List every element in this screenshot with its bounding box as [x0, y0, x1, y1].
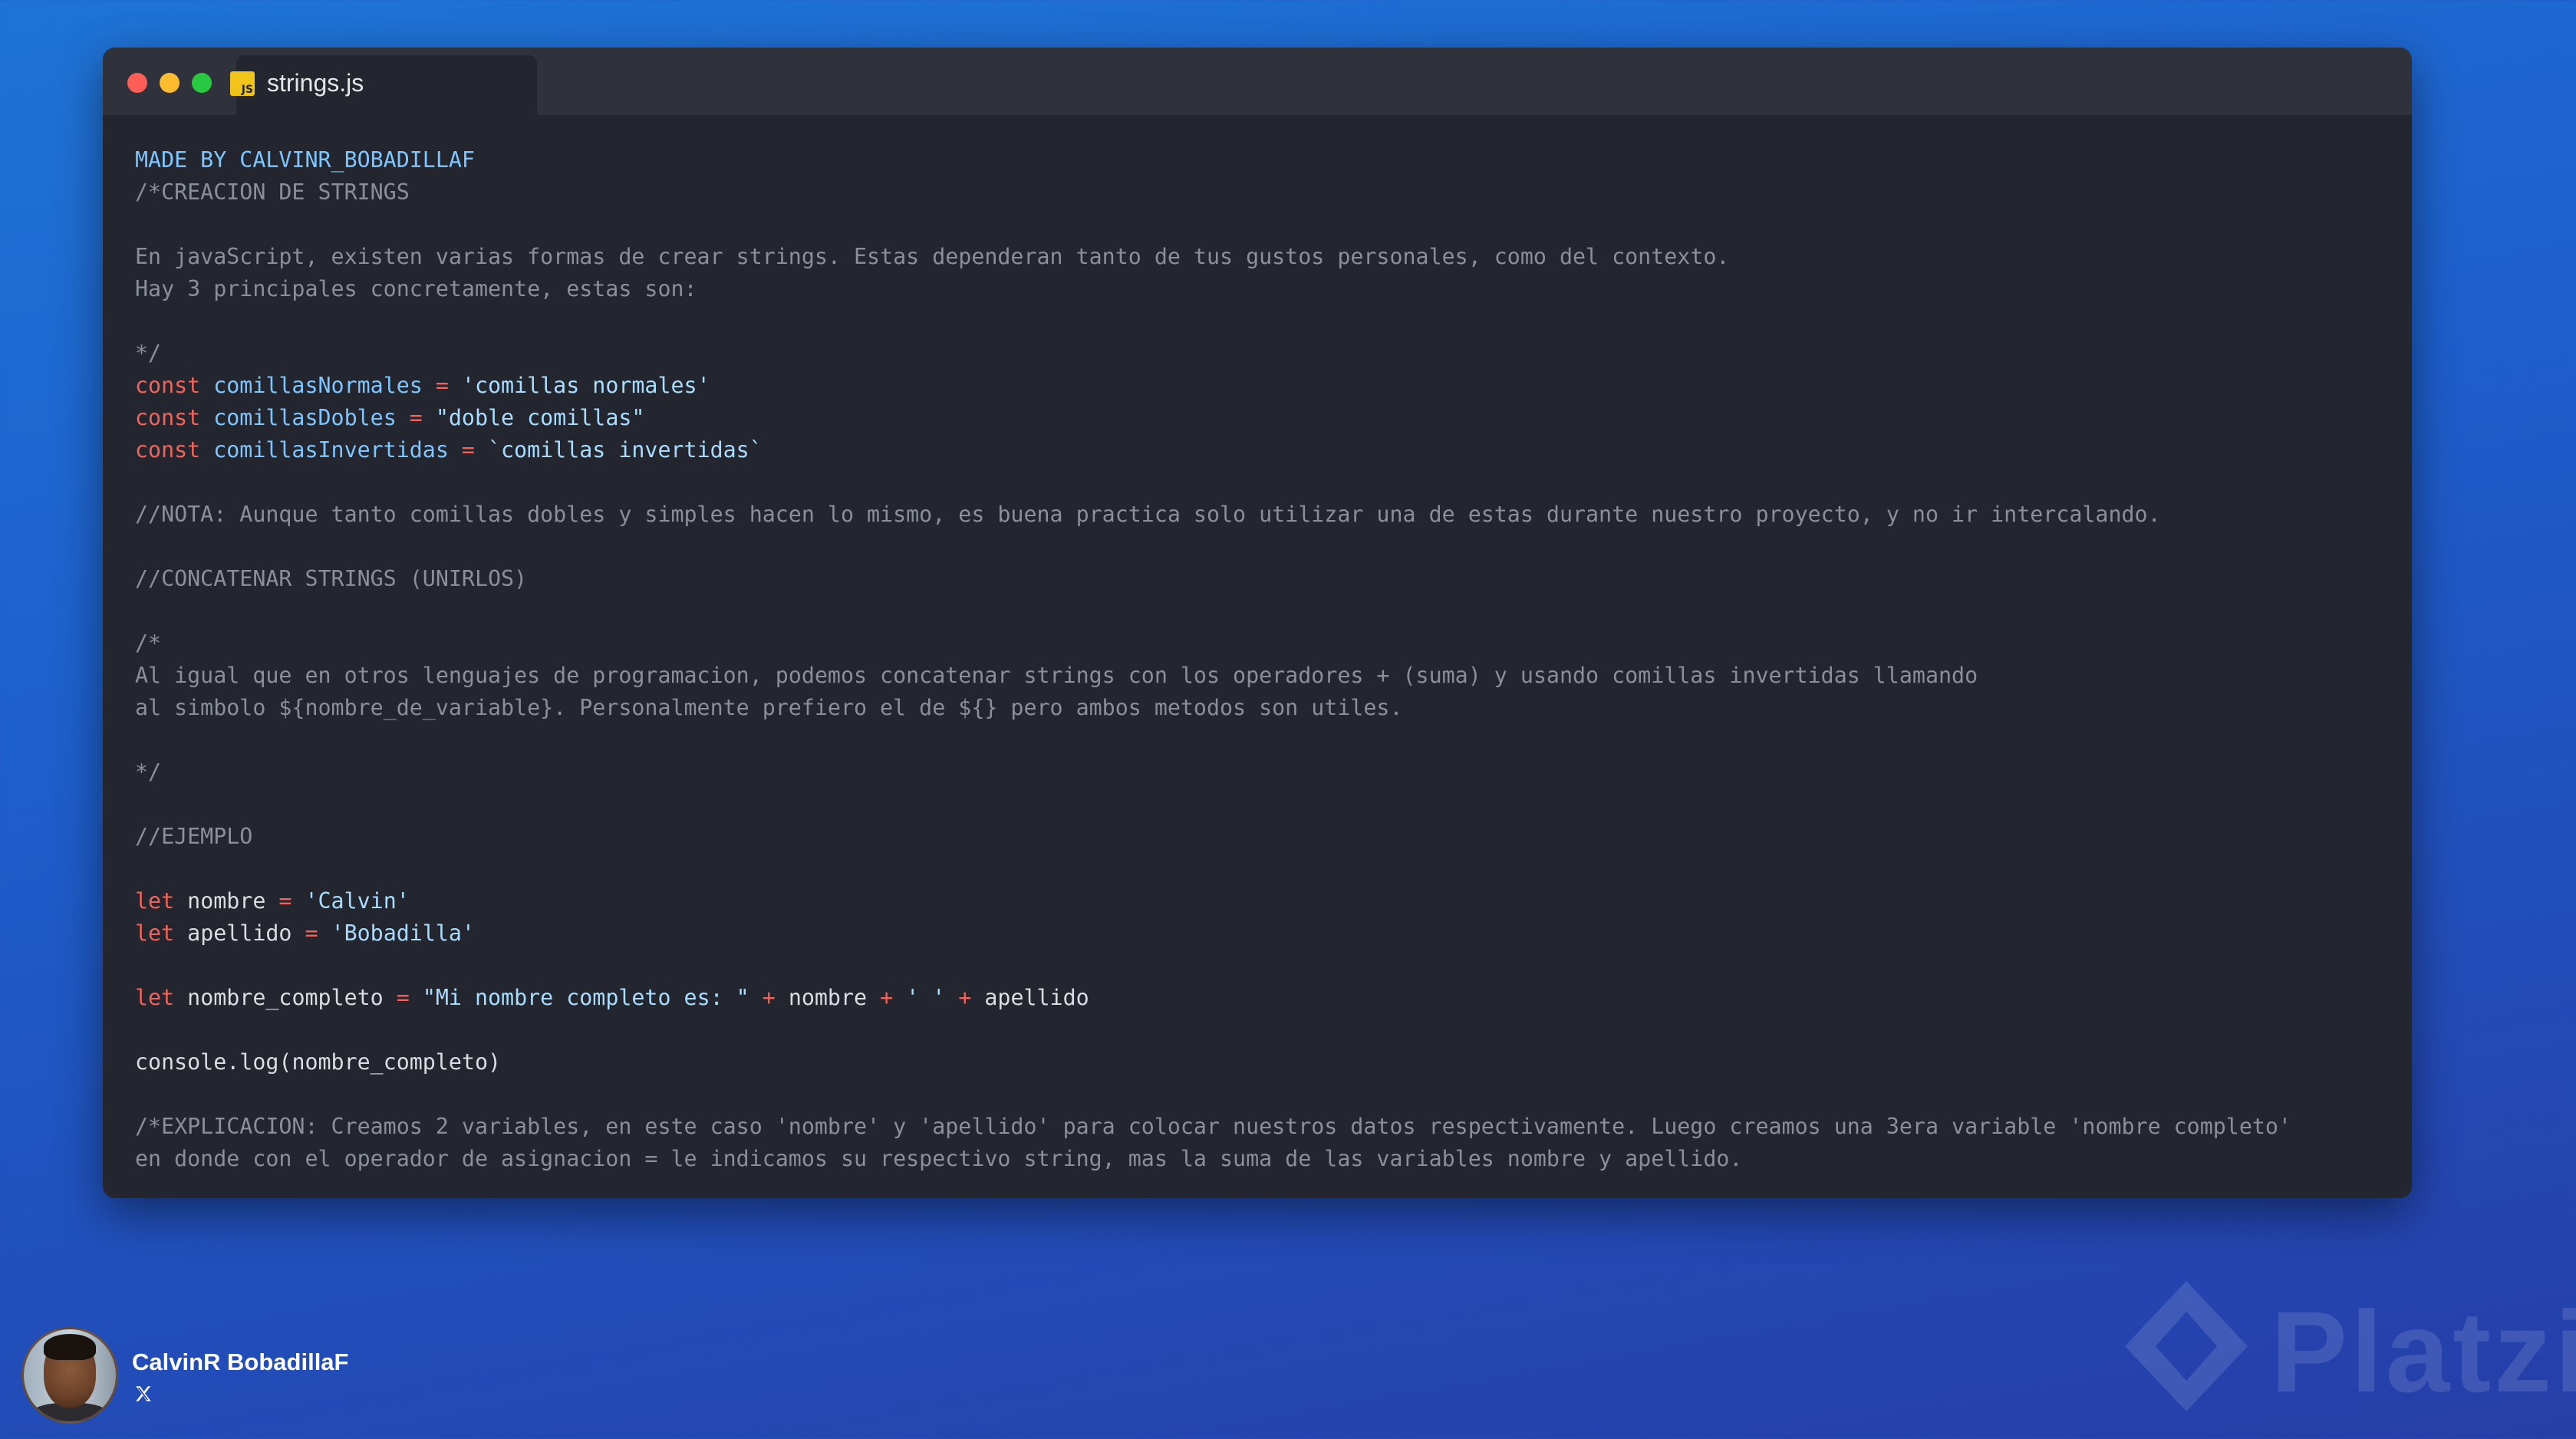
code-token: comillasInvertidas	[213, 437, 449, 463]
code-token: (nombre_completo)	[278, 1049, 502, 1075]
code-line: ​	[135, 595, 2291, 627]
code-token: //EJEMPLO	[135, 824, 253, 849]
code-token: `comillas invertidas`	[487, 437, 763, 463]
javascript-file-icon-label: JS	[241, 84, 253, 96]
code-token: =	[422, 373, 462, 398]
code-line: Al igual que en otros lenguajes de progr…	[135, 660, 2291, 692]
code-line: ​	[135, 789, 2291, 821]
code-token: //NOTA: Aunque tanto comillas dobles y s…	[135, 502, 2161, 527]
code-token: Al igual que en otros lenguajes de progr…	[135, 663, 1978, 688]
code-line: const comillasInvertidas = `comillas inv…	[135, 434, 2291, 466]
code-line: ​	[135, 724, 2291, 756]
window-titlebar: JS strings.js	[103, 48, 2412, 115]
code-token: const	[135, 405, 214, 430]
code-line: MADE BY CALVINR_BOBADILLAF	[135, 144, 2291, 176]
code-line: //EJEMPLO	[135, 821, 2291, 853]
code-line: */	[135, 756, 2291, 789]
code-token: comillasDobles	[213, 405, 397, 430]
code-line: ​	[135, 1014, 2291, 1046]
code-line: let nombre = 'Calvin'	[135, 885, 2291, 917]
code-token: apellido	[984, 985, 1089, 1010]
code-token: console.	[135, 1049, 240, 1075]
code-token: +	[945, 985, 985, 1010]
code-token: ' '	[906, 985, 946, 1010]
code-line: console.log(nombre_completo)	[135, 1046, 2291, 1078]
code-line: /*EXPLICACION: Creamos 2 variables, en e…	[135, 1111, 2291, 1143]
code-token: */	[135, 759, 162, 785]
code-line: let nombre_completo = "Mi nombre complet…	[135, 982, 2291, 1014]
maximize-window-button[interactable]	[192, 73, 212, 93]
code-line: */	[135, 338, 2291, 370]
platzi-watermark: Platzi	[2117, 1273, 2576, 1427]
code-token: Hay 3 principales concretamente, estas s…	[135, 276, 697, 301]
code-token: /*CREACION DE STRINGS	[135, 179, 410, 205]
code-token: "Mi nombre completo es: "	[422, 985, 749, 1010]
code-token: /*EXPLICACION: Creamos 2 variables, en e…	[135, 1114, 2291, 1139]
code-token: MADE BY CALVINR_BOBADILLAF	[135, 147, 475, 173]
code-token: nombre	[187, 888, 266, 914]
code-line: //NOTA: Aunque tanto comillas dobles y s…	[135, 499, 2291, 531]
code-line: ​	[135, 853, 2291, 885]
code-line: en donde con el operador de asignacion =…	[135, 1143, 2291, 1175]
code-line: //CONCATENAR STRINGS (UNIRLOS)	[135, 563, 2291, 595]
code-token: 'comillas normales'	[461, 373, 710, 398]
code-token: log	[239, 1049, 279, 1075]
code-line: ​	[135, 209, 2291, 241]
code-line: const comillasNormales = 'comillas norma…	[135, 370, 2291, 402]
code-token: */	[135, 341, 162, 366]
code-token: =	[265, 888, 305, 914]
close-window-button[interactable]	[127, 73, 147, 93]
code-token: /*	[135, 631, 162, 656]
code-line: En javaScript, existen varias formas de …	[135, 241, 2291, 273]
code-line: let apellido = 'Bobadilla'	[135, 917, 2291, 950]
code-token: comillasNormales	[213, 373, 423, 398]
code-line: al simbolo ${nombre_de_variable}. Person…	[135, 692, 2291, 724]
code-token: al simbolo ${nombre_de_variable}. Person…	[135, 695, 1403, 720]
avatar	[21, 1327, 118, 1424]
x-twitter-icon[interactable]	[133, 1384, 153, 1404]
code-token: const	[135, 437, 214, 463]
code-line: ​	[135, 950, 2291, 982]
code-token: +	[749, 985, 789, 1010]
code-token: let	[135, 888, 188, 914]
code-token: =	[383, 985, 423, 1010]
code-editor[interactable]: MADE BY CALVINR_BOBADILLAF /*CREACION DE …	[135, 144, 2291, 1175]
code-window: JS strings.js MADE BY CALVINR_BOBADILLAF…	[103, 48, 2412, 1198]
watermark-text: Platzi	[2271, 1287, 2576, 1416]
code-line: /*	[135, 627, 2291, 660]
code-token: const	[135, 373, 214, 398]
code-token: 'Bobadilla'	[331, 920, 475, 946]
code-token: en donde con el operador de asignacion =…	[135, 1146, 1743, 1171]
minimize-window-button[interactable]	[160, 73, 180, 93]
author-name: CalvinR BobadillaF	[132, 1348, 349, 1375]
tab-label: strings.js	[267, 69, 364, 97]
code-token: En javaScript, existen varias formas de …	[135, 244, 1730, 269]
code-token: nombre_completo	[187, 985, 384, 1010]
code-token: =	[292, 920, 331, 946]
code-line: ​	[135, 531, 2291, 563]
javascript-file-icon: JS	[230, 71, 255, 96]
code-line: const comillasDobles = "doble comillas"	[135, 402, 2291, 434]
code-token: =	[396, 405, 436, 430]
code-line: ​	[135, 1078, 2291, 1111]
code-token: +	[867, 985, 907, 1010]
code-token: let	[135, 920, 188, 946]
code-token: //CONCATENAR STRINGS (UNIRLOS)	[135, 566, 528, 591]
code-line: ​	[135, 466, 2291, 499]
code-line: /*CREACION DE STRINGS	[135, 176, 2291, 209]
author-profile: CalvinR BobadillaF	[21, 1327, 482, 1427]
code-line: ​	[135, 305, 2291, 338]
code-token: =	[448, 437, 488, 463]
code-token: 'Calvin'	[305, 888, 410, 914]
platzi-logo	[2125, 1281, 2248, 1411]
code-line: Hay 3 principales concretamente, estas s…	[135, 273, 2291, 305]
code-token: "doble comillas"	[435, 405, 645, 430]
code-token: let	[135, 985, 188, 1010]
code-token: nombre	[788, 985, 868, 1010]
code-token: apellido	[187, 920, 292, 946]
